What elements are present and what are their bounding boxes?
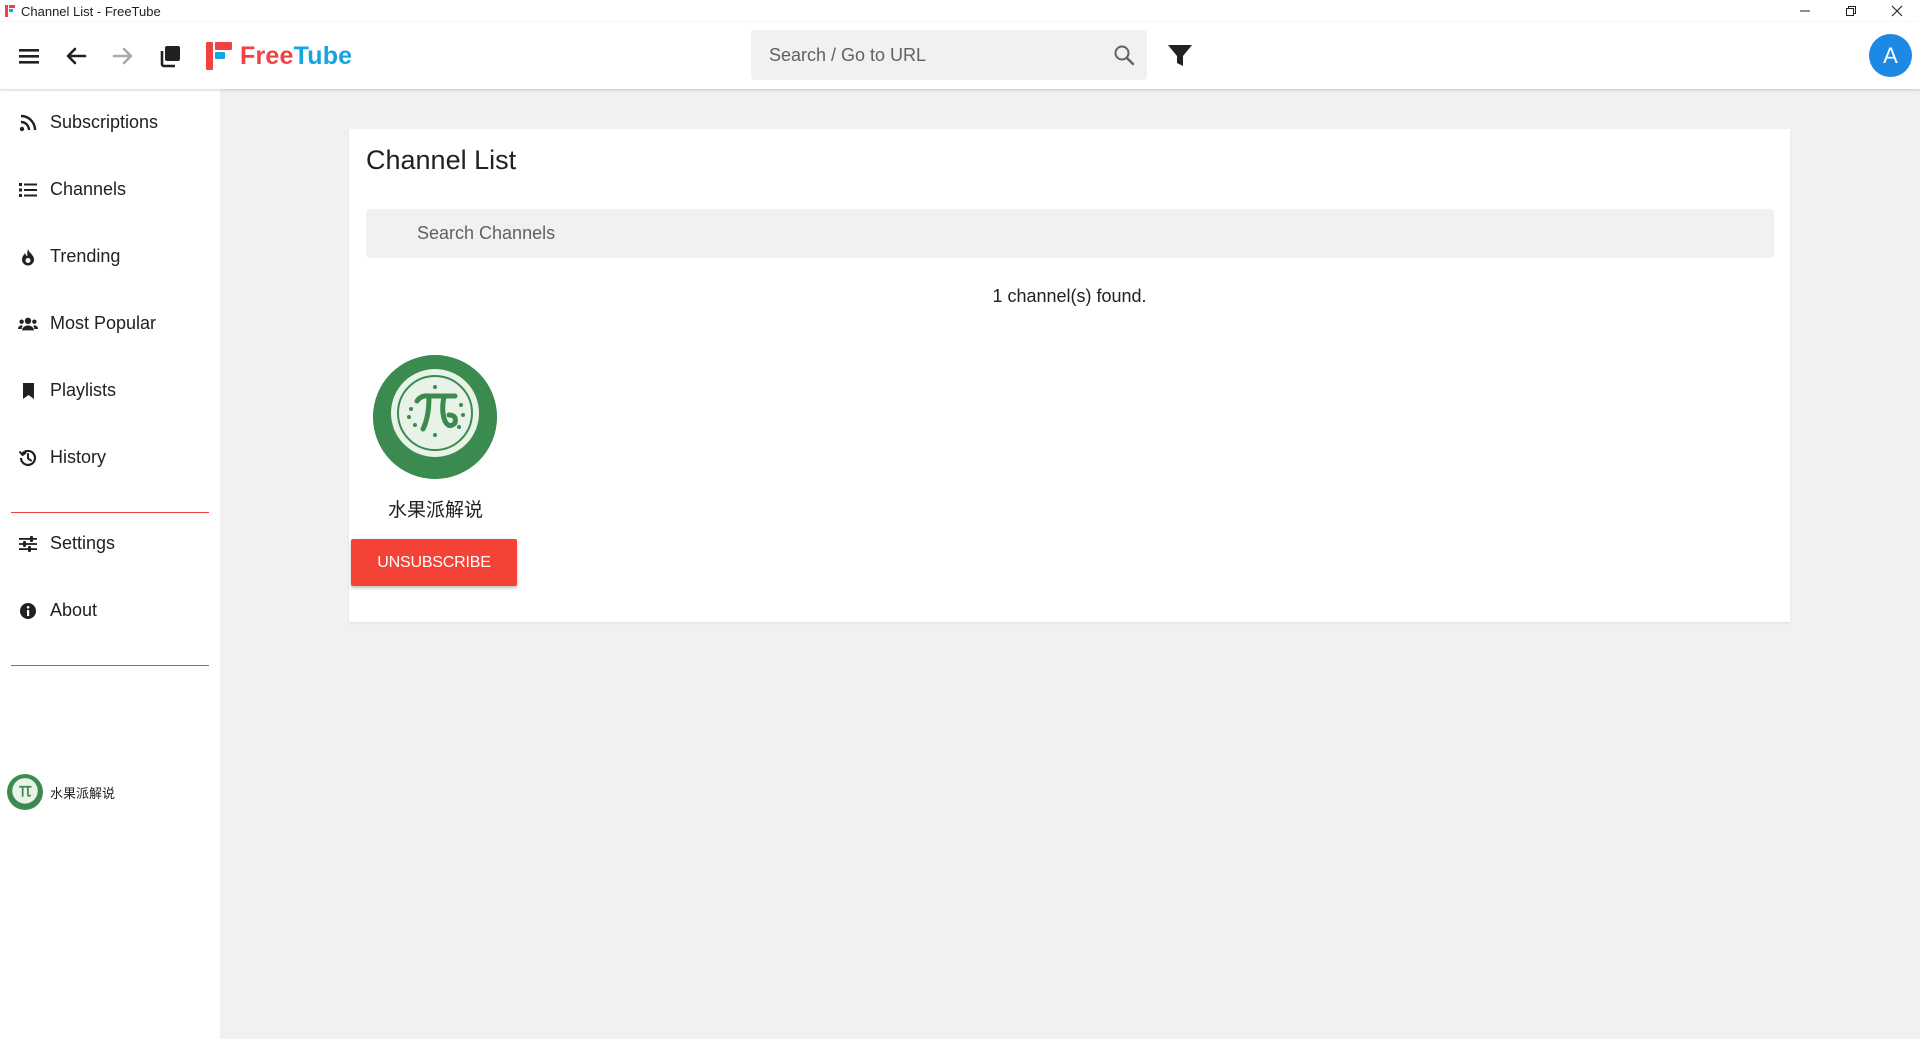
- minimize-button[interactable]: [1782, 0, 1828, 22]
- minimize-icon: [1800, 10, 1810, 12]
- search-input[interactable]: [751, 30, 1101, 80]
- sidebar-divider: [11, 665, 209, 666]
- filter-icon[interactable]: [1166, 43, 1194, 69]
- fire-icon: [18, 247, 38, 267]
- new-window-button[interactable]: [152, 22, 188, 89]
- sidebar-item-history[interactable]: History: [0, 424, 220, 491]
- restore-button[interactable]: [1828, 0, 1874, 22]
- sidebar-item-label: Playlists: [50, 380, 117, 400]
- channel-avatar[interactable]: [373, 355, 497, 479]
- sidebar-item-subscriptions[interactable]: Subscriptions: [0, 89, 220, 156]
- window-titlebar: Channel List - FreeTube: [0, 0, 1920, 22]
- channel-list-card: Channel List 1 channel(s) found. 水果派解说 U…: [349, 129, 1790, 622]
- sidebar-item-label: Settings: [50, 533, 116, 553]
- forward-button[interactable]: [105, 22, 141, 89]
- freetube-logo[interactable]: FreeTube: [206, 40, 352, 72]
- sidebar-subscription-name: 水果派解说: [50, 785, 116, 801]
- users-icon: [18, 314, 38, 334]
- new-window-icon: [160, 45, 180, 67]
- profile-avatar[interactable]: A: [1869, 34, 1912, 77]
- sidebar-item-label: Channels: [50, 179, 127, 199]
- freetube-logo-icon: [206, 41, 232, 71]
- back-button[interactable]: [58, 22, 94, 89]
- sidebar-item-label: Most Popular: [50, 313, 157, 333]
- sidebar-item-settings[interactable]: Settings: [0, 510, 220, 577]
- menu-icon: [19, 48, 39, 64]
- rss-icon: [18, 113, 38, 133]
- channel-name[interactable]: 水果派解说: [373, 495, 498, 522]
- close-icon: [1891, 5, 1903, 17]
- window-title: Channel List - FreeTube: [21, 3, 161, 19]
- window-controls: [1782, 0, 1920, 22]
- sidebar-item-label: Trending: [50, 246, 121, 266]
- sidebar-subscription-channel[interactable]: 水果派解说: [7, 774, 115, 810]
- channel-count-text: 1 channel(s) found.: [992, 286, 1147, 306]
- back-arrow-icon: [66, 47, 87, 64]
- info-icon: [18, 601, 38, 621]
- history-icon: [18, 448, 38, 468]
- page-title: Channel List: [366, 145, 517, 175]
- sliders-icon: [18, 534, 38, 554]
- sidebar-item-trending[interactable]: Trending: [0, 223, 220, 290]
- sidebar-item-label: History: [50, 447, 107, 467]
- menu-button[interactable]: [11, 22, 47, 89]
- list-icon: [18, 180, 38, 200]
- channel-search-input[interactable]: [366, 209, 1774, 258]
- sidebar-item-about[interactable]: About: [0, 577, 220, 644]
- channel-card[interactable]: 水果派解说: [373, 355, 498, 522]
- unsubscribe-button[interactable]: UNSUBSCRIBE: [351, 539, 517, 586]
- forward-arrow-icon: [112, 47, 133, 64]
- logo-text-free: Free: [240, 41, 294, 70]
- sidebar-item-most-popular[interactable]: Most Popular: [0, 290, 220, 357]
- sidebar-item-channels[interactable]: Channels: [0, 156, 220, 223]
- logo-text-tube: Tube: [293, 41, 353, 70]
- channel-logo-icon: [373, 355, 497, 479]
- channel-avatar-small: [7, 774, 43, 810]
- sidebar-item-label: Subscriptions: [50, 112, 159, 132]
- bookmark-icon: [18, 381, 38, 401]
- restore-icon: [1846, 6, 1856, 16]
- sidebar: Subscriptions Channels Trending Most Pop…: [0, 89, 220, 1039]
- top-nav: FreeTube A: [0, 22, 1920, 89]
- close-button[interactable]: [1874, 0, 1920, 22]
- sidebar-item-playlists[interactable]: Playlists: [0, 357, 220, 424]
- search-bar: [751, 30, 1147, 80]
- sidebar-item-label: About: [50, 600, 98, 620]
- search-icon[interactable]: [1113, 44, 1135, 66]
- freetube-app-icon: [5, 5, 15, 17]
